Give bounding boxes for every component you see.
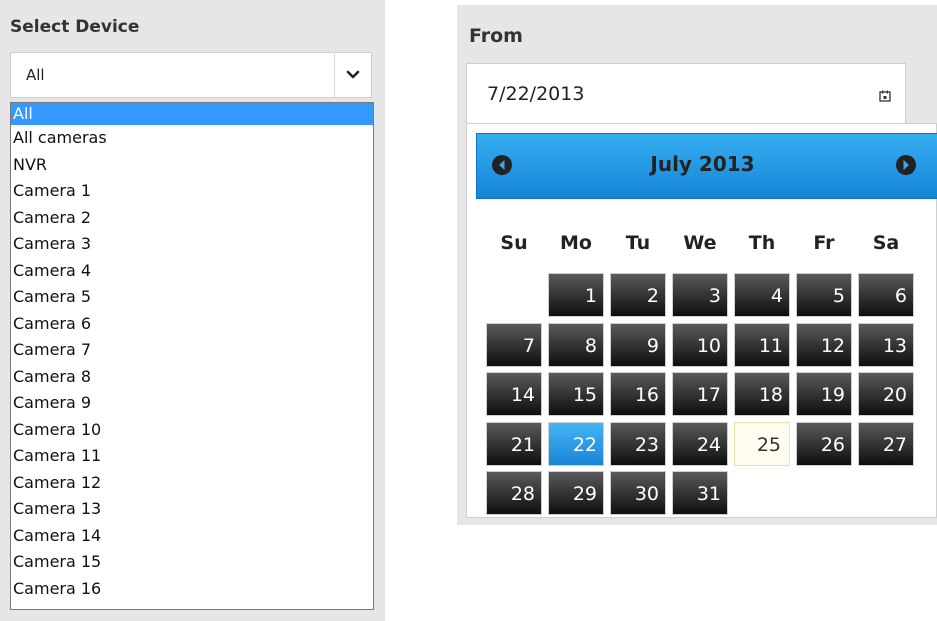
month-title-text: July 2013 [650, 152, 755, 176]
calendar-day[interactable]: 4 [734, 273, 790, 317]
calendar-day[interactable]: 17 [672, 372, 728, 416]
calendar-day[interactable]: 22 [548, 421, 604, 466]
device-panel: Select Device All All All cameras NVR Camer… [0, 0, 385, 621]
calendar-day[interactable]: 18 [734, 372, 790, 416]
device-option[interactable]: Camera 7 [11, 337, 373, 364]
calendar-day[interactable]: 15 [548, 372, 604, 416]
device-option[interactable]: Camera 1 [11, 178, 373, 205]
weekday-header: Su [500, 232, 528, 254]
calendar-icon[interactable] [879, 90, 891, 102]
calendar-day[interactable]: 12 [796, 322, 852, 367]
select-divider [334, 53, 335, 97]
calendar-day[interactable]: 25 [734, 421, 790, 466]
month-title: July 2013 [477, 152, 937, 176]
chevron-down-icon[interactable] [345, 67, 361, 83]
from-label: From [469, 25, 523, 47]
calendar-day[interactable]: 16 [610, 372, 666, 416]
device-option[interactable]: Camera 4 [11, 258, 373, 285]
calendar-popup: July 2013 Su Mo Tu We Th Fr Sa 1 2 3 4 5 6 7 8 9 10 11 12 1… [466, 123, 937, 518]
select-device-title: Select Device [10, 17, 140, 37]
weekday-header: Mo [560, 232, 592, 254]
calendar-day[interactable]: 5 [796, 273, 852, 317]
calendar-day[interactable]: 2 [610, 273, 666, 317]
weekday-header: Tu [625, 232, 651, 254]
device-select-value: All [26, 66, 45, 84]
calendar-day[interactable]: 3 [672, 273, 728, 317]
calendar-day[interactable]: 31 [672, 471, 728, 515]
device-option[interactable]: All cameras [11, 125, 373, 152]
device-options-list: All All cameras NVR Camera 1 Camera 2 Camera … [10, 102, 374, 610]
weekday-header: Th [748, 232, 776, 254]
device-option[interactable]: Camera 6 [11, 311, 373, 338]
weekday-header: Fr [813, 232, 835, 254]
device-option[interactable]: Camera 9 [11, 390, 373, 417]
device-option[interactable]: Camera 16 [11, 576, 373, 603]
device-option[interactable]: Camera 10 [11, 417, 373, 444]
device-option[interactable]: Camera 3 [11, 231, 373, 258]
device-select[interactable]: All [10, 52, 372, 98]
calendar-day[interactable]: 30 [610, 471, 666, 515]
from-date-value: 7/22/2013 [487, 83, 585, 105]
calendar-day[interactable]: 28 [486, 471, 542, 515]
calendar-day[interactable]: 9 [610, 322, 666, 367]
calendar-day[interactable]: 8 [548, 322, 604, 367]
device-option[interactable]: NVR [11, 152, 373, 179]
calendar-day[interactable]: 23 [610, 421, 666, 466]
device-option[interactable]: Camera 5 [11, 284, 373, 311]
calendar-day[interactable]: 19 [796, 372, 852, 416]
calendar-day[interactable]: 20 [858, 372, 914, 416]
device-option[interactable]: Camera 2 [11, 205, 373, 232]
calendar-day[interactable]: 14 [486, 372, 542, 416]
calendar-day[interactable]: 10 [672, 322, 728, 367]
next-month-icon[interactable] [895, 154, 917, 176]
from-date-input[interactable]: 7/22/2013 [466, 63, 906, 127]
calendar-day[interactable]: 6 [858, 273, 914, 317]
calendar-header: July 2013 [476, 133, 937, 199]
calendar-day[interactable]: 24 [672, 421, 728, 466]
device-option[interactable]: Camera 13 [11, 496, 373, 523]
device-option[interactable]: Camera 11 [11, 443, 373, 470]
calendar-day[interactable]: 13 [858, 322, 914, 367]
weekday-header: We [683, 232, 717, 254]
device-option[interactable]: Camera 15 [11, 549, 373, 576]
calendar-day[interactable]: 11 [734, 322, 790, 367]
calendar-day[interactable]: 7 [486, 322, 542, 367]
calendar-day[interactable]: 29 [548, 471, 604, 515]
device-option[interactable]: Camera 14 [11, 523, 373, 550]
device-option[interactable]: Camera 12 [11, 470, 373, 497]
calendar-day[interactable]: 27 [858, 421, 914, 466]
device-option[interactable]: All [11, 103, 373, 125]
calendar-day[interactable]: 1 [548, 273, 604, 317]
weekday-header: Sa [872, 232, 900, 254]
calendar-day[interactable]: 26 [796, 421, 852, 466]
device-option[interactable]: Camera 8 [11, 364, 373, 391]
calendar-day[interactable]: 21 [486, 421, 542, 466]
date-panel: From 7/22/2013 July 2013 Su Mo Tu We Th Fr Sa 1… [457, 5, 937, 525]
